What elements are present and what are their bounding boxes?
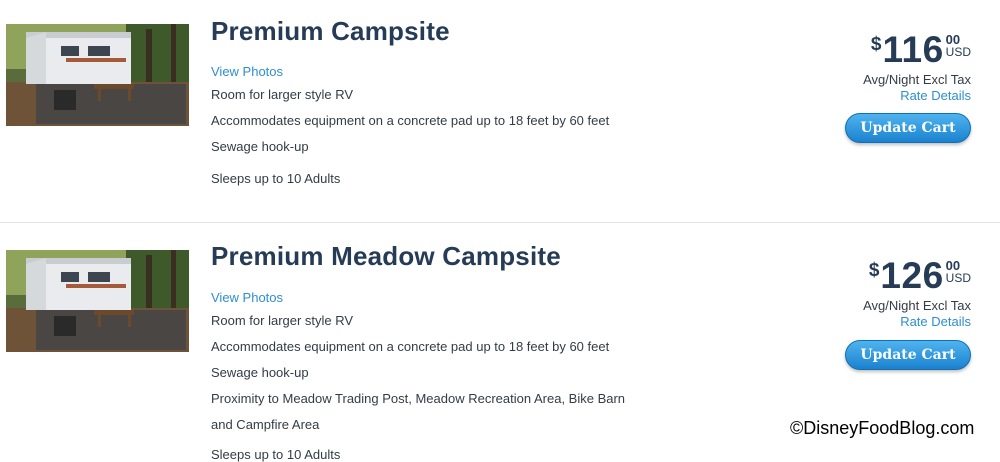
view-photos-link[interactable]: View Photos [211, 64, 283, 79]
rate-details-link[interactable]: Rate Details [900, 314, 971, 329]
currency-symbol: $ [870, 34, 882, 55]
price-unit: USD [945, 271, 971, 285]
campsite-photo[interactable] [6, 24, 189, 126]
feature-item: Room for larger style RV [211, 313, 354, 328]
sleeps-info: Sleeps up to 10 Adults [211, 171, 341, 186]
listing-title: Premium Meadow Campsite [211, 241, 561, 271]
update-cart-button[interactable]: Update Cart [845, 340, 971, 370]
feature-item: Accommodates equipment on a concrete pad… [211, 113, 610, 128]
rate-details-link[interactable]: Rate Details [900, 88, 971, 103]
view-photos-link[interactable]: View Photos [211, 290, 283, 305]
campsite-photo[interactable] [6, 250, 189, 352]
price-amount: 116 [882, 29, 944, 70]
price-display: $ 126 00 USD [869, 256, 971, 296]
feature-item: Proximity to Meadow Trading Post, Meadow… [211, 391, 626, 406]
price-unit: USD [945, 45, 971, 59]
feature-item: Accommodates equipment on a concrete pad… [211, 339, 610, 354]
price-amount: 126 [880, 255, 944, 296]
price-fraction: 00 USD [946, 259, 971, 285]
price-display: $ 116 00 USD [871, 30, 971, 70]
sleeps-info: Sleeps up to 10 Adults [211, 447, 341, 462]
price-fraction: 00 USD [946, 33, 971, 59]
currency-symbol: $ [868, 260, 880, 281]
feature-item: Room for larger style RV [211, 87, 354, 102]
rate-note: Avg/Night Excl Tax [863, 298, 971, 313]
feature-item: Sewage hook-up [211, 365, 309, 380]
update-cart-button[interactable]: Update Cart [845, 113, 971, 143]
listing-divider [0, 222, 1000, 223]
feature-item: and Campfire Area [211, 417, 320, 432]
listing-title: Premium Campsite [211, 16, 450, 46]
watermark: ©DisneyFoodBlog.com [790, 418, 975, 438]
feature-item: Sewage hook-up [211, 139, 309, 154]
rate-note: Avg/Night Excl Tax [863, 72, 971, 87]
